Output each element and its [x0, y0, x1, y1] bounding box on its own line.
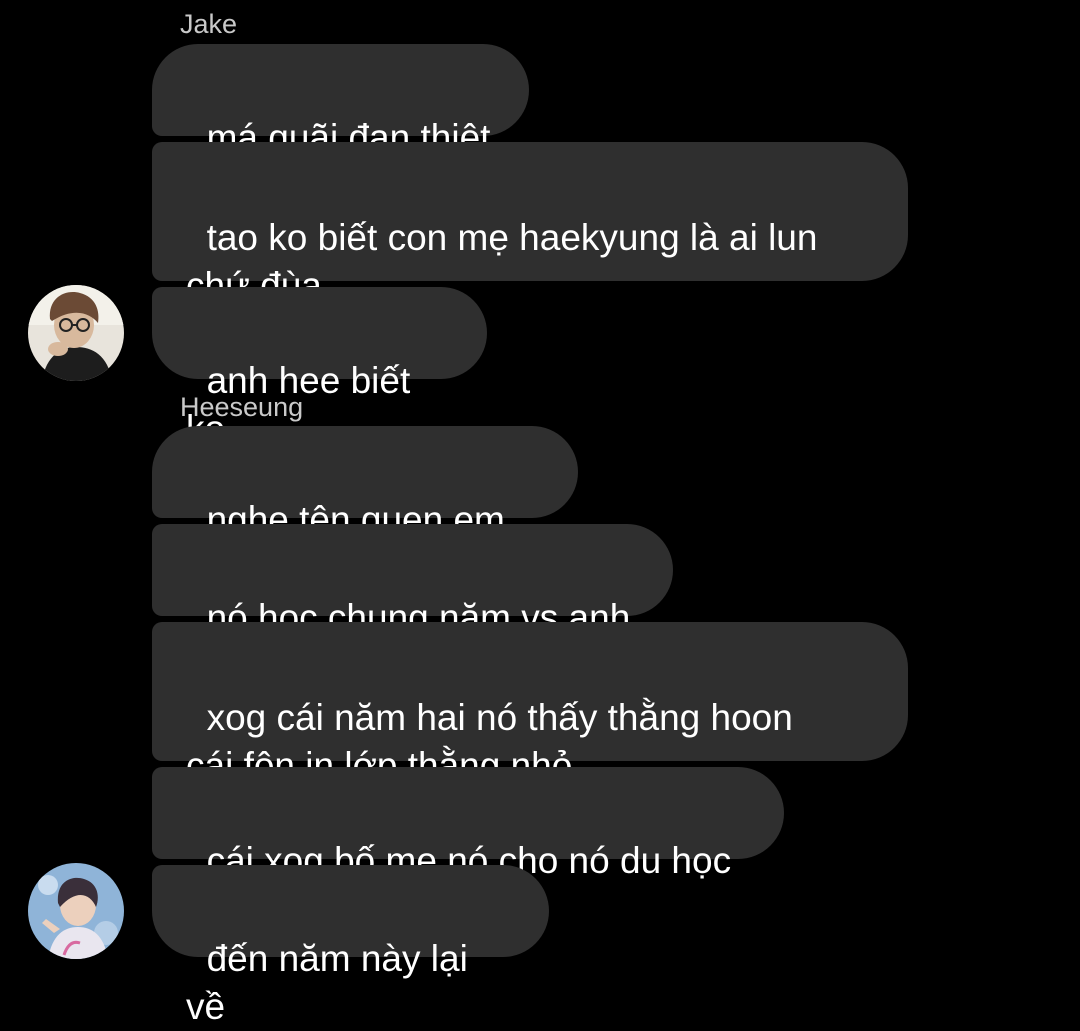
message-bubble[interactable]: nghe tên quen em ơi	[152, 426, 578, 588]
message-text: đến năm này lại về	[186, 938, 479, 1027]
message-bubble[interactable]: anh hee biết ko	[152, 287, 487, 449]
message-bubble[interactable]: nó học chung năm vs anh	[152, 524, 673, 638]
message-bubble[interactable]: má quãi đạn thiệt	[152, 44, 529, 158]
avatar[interactable]	[28, 285, 124, 381]
sender-name-jake: Jake	[180, 9, 238, 39]
person-with-glasses-avatar-icon	[28, 285, 124, 381]
message-bubble[interactable]: xog cái năm hai nó thấy thằng hoon cái f…	[152, 622, 908, 786]
sender-name-heeseung: Heeseung	[180, 392, 304, 422]
message-bubble[interactable]: cái xog bố mẹ nó cho nó du học	[152, 767, 784, 881]
message-bubble[interactable]: tao ko biết con mẹ haekyung là ai lun ch…	[152, 142, 908, 306]
avatar[interactable]	[28, 863, 124, 959]
person-blue-background-avatar-icon	[28, 863, 124, 959]
message-bubble[interactable]: đến năm này lại về	[152, 865, 549, 1027]
